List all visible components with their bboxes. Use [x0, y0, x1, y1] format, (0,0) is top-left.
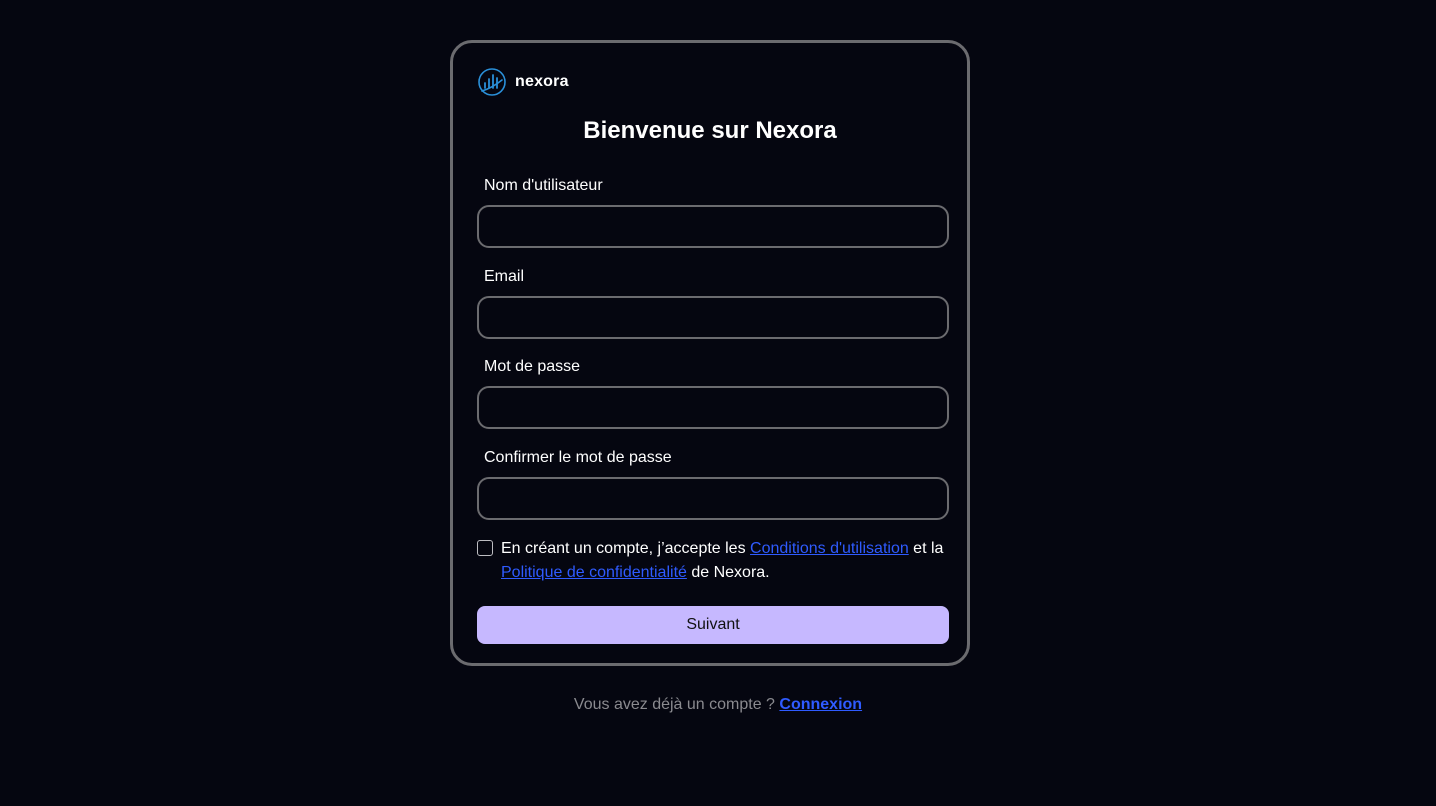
bar-chart-circle-icon	[478, 68, 506, 96]
username-label: Nom d'utilisateur	[484, 177, 603, 194]
consent-text-middle: et la	[908, 540, 944, 557]
login-link[interactable]: Connexion	[779, 696, 862, 713]
password-field[interactable]	[477, 386, 949, 429]
page-title: Bienvenue sur Nexora	[583, 117, 837, 144]
email-label: Email	[484, 268, 525, 285]
terms-checkbox[interactable]	[477, 540, 493, 556]
consent-text: En créant un compte, j’accepte les Condi…	[501, 537, 953, 585]
consent-text-after: de Nexora.	[686, 564, 770, 581]
signup-card: nexora Bienvenue sur Nexora Nom d'utilis…	[450, 40, 970, 666]
terms-link[interactable]: Conditions d'utilisation	[750, 540, 909, 557]
login-prompt: Vous avez déjà un compte ? Connexion	[0, 696, 1436, 714]
confirm-password-field[interactable]	[477, 477, 949, 520]
password-label: Mot de passe	[484, 358, 581, 375]
login-prompt-text: Vous avez déjà un compte ?	[573, 696, 780, 713]
username-field[interactable]	[477, 205, 949, 248]
brand-name: nexora	[515, 73, 569, 90]
terms-consent: En créant un compte, j’accepte les Condi…	[477, 537, 953, 585]
privacy-link[interactable]: Politique de confidentialité	[501, 564, 687, 581]
consent-text-before: En créant un compte, j’accepte les	[501, 540, 751, 557]
next-button[interactable]: Suivant	[477, 606, 949, 644]
email-field[interactable]	[477, 296, 949, 339]
confirm-password-label: Confirmer le mot de passe	[484, 449, 672, 466]
brand: nexora	[477, 67, 569, 97]
